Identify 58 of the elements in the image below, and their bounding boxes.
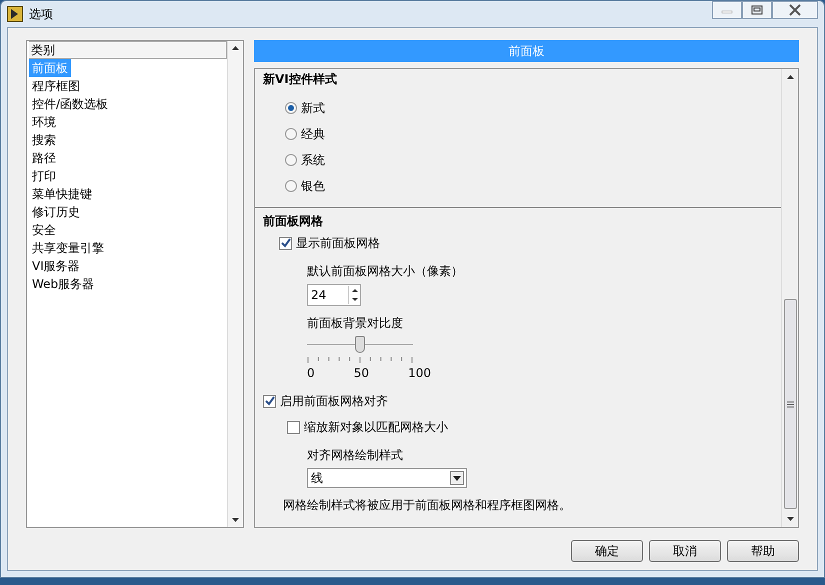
checkbox-label: 启用前面板网格对齐 (280, 393, 388, 410)
category-item[interactable]: 搜索 (29, 131, 59, 149)
section-title: 新VI控件样式 (263, 72, 337, 86)
category-item[interactable]: 安全 (29, 221, 59, 239)
scroll-down-icon[interactable] (786, 517, 794, 521)
app-icon (7, 6, 23, 22)
checkbox-label: 缩放新对象以匹配网格大小 (304, 419, 448, 436)
cancel-button[interactable]: 取消 (649, 540, 721, 562)
checkbox[interactable] (287, 420, 300, 434)
maximize-button[interactable] (742, 1, 772, 19)
tick-label: 0 (307, 365, 315, 382)
maximize-icon (751, 5, 763, 15)
radio-button[interactable] (285, 102, 297, 114)
help-button[interactable]: 帮助 (727, 540, 799, 562)
ok-button[interactable]: 确定 (571, 540, 643, 562)
decrement-icon[interactable] (352, 298, 358, 301)
radio-button[interactable] (285, 128, 297, 140)
style-dropdown[interactable]: 线 (307, 468, 467, 488)
category-item[interactable]: Web服务器 (29, 275, 98, 293)
category-item[interactable]: 修订历史 (29, 203, 83, 221)
close-icon (788, 4, 802, 16)
tick-label: 50 (354, 365, 369, 382)
radio-label: 经典 (301, 126, 325, 143)
slider-thumb[interactable] (355, 336, 365, 353)
category-item[interactable]: VI服务器 (29, 257, 83, 275)
category-item[interactable]: 共享变量引擎 (29, 239, 107, 257)
category-item[interactable]: 环境 (29, 113, 59, 131)
radio-button[interactable] (285, 180, 297, 192)
number-spinner[interactable]: 24 (307, 284, 361, 306)
dropdown-value: 线 (311, 470, 323, 487)
tick-label: 100 (408, 365, 431, 382)
field-label: 对齐网格绘制样式 (307, 447, 404, 464)
checkbox-label: 显示前面板网格 (296, 235, 380, 252)
category-item[interactable]: 路径 (29, 149, 59, 167)
scroll-up-icon[interactable] (232, 46, 239, 50)
radio-label: 银色 (301, 178, 325, 195)
scroll-down-icon[interactable] (232, 518, 239, 522)
section-title: 前面板网格 (263, 214, 324, 228)
spinner-value: 24 (311, 287, 326, 304)
scroll-up-icon[interactable] (786, 75, 794, 79)
category-item[interactable]: 打印 (29, 167, 59, 185)
increment-icon[interactable] (352, 289, 358, 292)
radio-label: 系统 (301, 152, 325, 169)
field-label: 默认前面板网格大小（像素） (307, 263, 464, 280)
radio-button[interactable] (285, 154, 297, 166)
list-header: 类别 (29, 41, 227, 59)
category-item[interactable]: 程序框图 (29, 77, 83, 95)
close-button[interactable] (772, 1, 818, 19)
category-item[interactable]: 控件/函数选板 (29, 95, 112, 113)
panel-header: 前面板 (254, 40, 799, 62)
category-item[interactable]: 菜单快捷键 (29, 185, 95, 203)
radio-label: 新式 (301, 100, 325, 117)
checkbox[interactable] (263, 394, 276, 408)
scrollbar-thumb[interactable] (784, 299, 796, 509)
note-text: 网格绘制样式将被应用于前面板网格和程序框图网格。 (282, 497, 572, 514)
checkbox[interactable] (279, 236, 292, 250)
slider-label: 前面板背景对比度 (307, 315, 404, 332)
window-title: 选项 (29, 6, 53, 23)
